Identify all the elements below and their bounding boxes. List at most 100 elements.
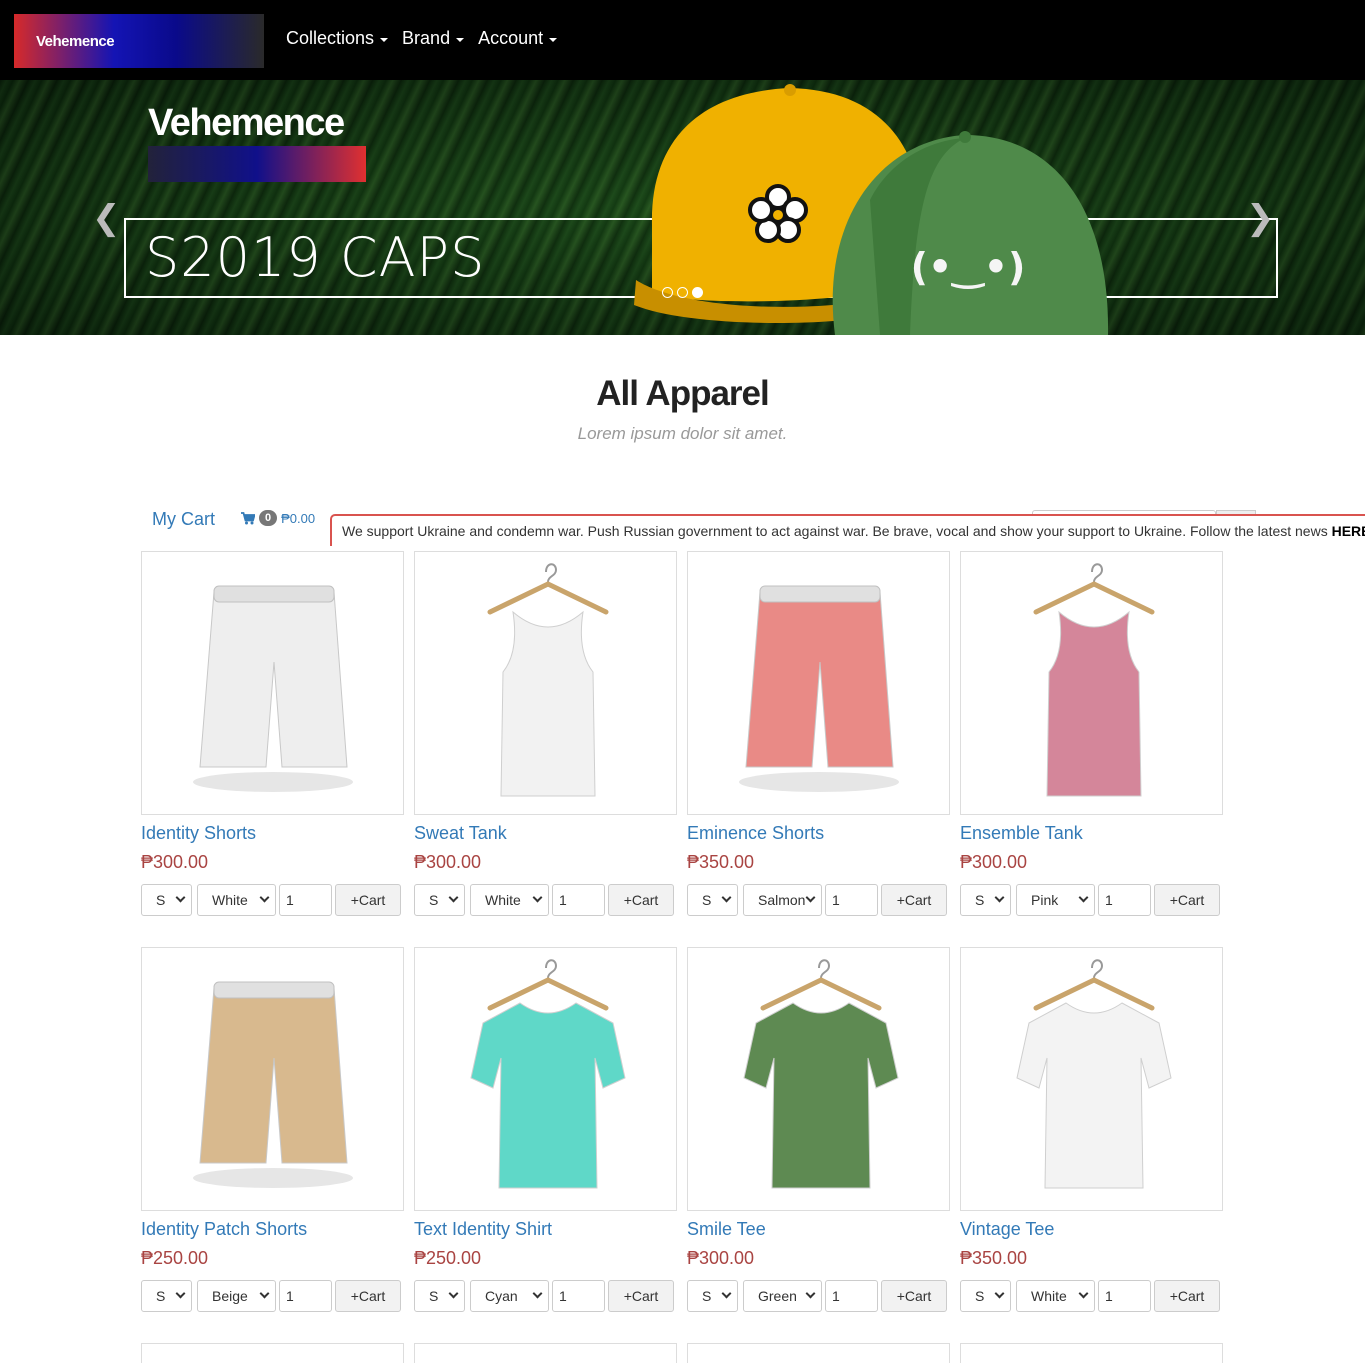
cap-face-text: (•‿•) bbox=[911, 245, 1026, 289]
add-to-cart-button[interactable]: +Cart bbox=[1154, 884, 1220, 916]
caret-down-icon bbox=[380, 37, 389, 42]
product-name[interactable]: Text Identity Shirt bbox=[414, 1219, 552, 1240]
product-name[interactable]: Sweat Tank bbox=[414, 823, 507, 844]
product-name[interactable]: Identity Shorts bbox=[141, 823, 256, 844]
size-select[interactable]: S bbox=[960, 884, 1011, 916]
add-to-cart-button[interactable]: +Cart bbox=[608, 1280, 674, 1312]
menu-brand-label: Brand bbox=[402, 28, 451, 48]
add-to-cart-button[interactable]: +Cart bbox=[335, 1280, 401, 1312]
product-name[interactable]: Ensemble Tank bbox=[960, 823, 1083, 844]
carousel-dot-3[interactable] bbox=[692, 287, 703, 298]
product-controls: S Beige 1 +Cart bbox=[141, 1280, 404, 1312]
chevron-down-icon bbox=[1078, 1288, 1089, 1299]
top-navbar: Vehemence Collections Brand Account bbox=[0, 0, 1365, 80]
color-select-value: Green bbox=[758, 1288, 797, 1304]
color-select[interactable]: Beige bbox=[197, 1280, 276, 1312]
color-select[interactable]: White bbox=[1016, 1280, 1095, 1312]
chevron-right-icon[interactable]: ❯ bbox=[1246, 198, 1275, 238]
add-to-cart-button[interactable]: +Cart bbox=[335, 884, 401, 916]
product-image[interactable] bbox=[687, 947, 950, 1211]
quantity-input[interactable]: 1 bbox=[552, 1280, 605, 1312]
size-select[interactable]: S bbox=[414, 1280, 465, 1312]
product-image[interactable] bbox=[960, 947, 1223, 1211]
product-controls: S White 1 +Cart bbox=[960, 1280, 1223, 1312]
color-select[interactable]: Salmon bbox=[743, 884, 822, 916]
carousel-dot-2[interactable] bbox=[677, 287, 688, 298]
add-to-cart-button[interactable]: +Cart bbox=[881, 884, 947, 916]
product-controls: S Pink 1 +Cart bbox=[960, 884, 1223, 916]
chevron-down-icon bbox=[994, 1288, 1005, 1299]
color-select[interactable]: White bbox=[197, 884, 276, 916]
product-card-partial[interactable] bbox=[414, 1343, 677, 1363]
chevron-down-icon bbox=[175, 892, 186, 903]
color-select-value: Beige bbox=[212, 1288, 248, 1304]
product-image[interactable] bbox=[960, 551, 1223, 815]
quantity-input[interactable]: 1 bbox=[279, 884, 332, 916]
product-image[interactable] bbox=[414, 947, 677, 1211]
ukraine-notice-text: We support Ukraine and condemn war. Push… bbox=[342, 523, 1332, 539]
hero-logo-bar bbox=[148, 146, 366, 182]
color-select-value: Pink bbox=[1031, 892, 1059, 908]
chevron-down-icon bbox=[448, 892, 459, 903]
quantity-input[interactable]: 1 bbox=[1098, 884, 1151, 916]
cart-count-badge: 0 bbox=[259, 510, 278, 526]
product-price: ₱300.00 bbox=[960, 852, 1028, 872]
color-select[interactable]: Cyan bbox=[470, 1280, 549, 1312]
size-select[interactable]: S bbox=[687, 884, 738, 916]
color-select[interactable]: Pink bbox=[1016, 884, 1095, 916]
add-to-cart-button[interactable]: +Cart bbox=[881, 1280, 947, 1312]
chevron-down-icon bbox=[532, 892, 543, 903]
add-to-cart-button[interactable]: +Cart bbox=[1154, 1280, 1220, 1312]
product-image[interactable] bbox=[141, 551, 404, 815]
product-price: ₱250.00 bbox=[414, 1248, 482, 1268]
color-select-value: Salmon bbox=[758, 892, 806, 908]
color-select[interactable]: Green bbox=[743, 1280, 822, 1312]
chevron-down-icon bbox=[721, 1288, 732, 1299]
size-select-value: S bbox=[156, 892, 166, 908]
size-select-value: S bbox=[975, 1288, 985, 1304]
quantity-input[interactable]: 1 bbox=[1098, 1280, 1151, 1312]
my-cart-link[interactable]: My Cart bbox=[152, 509, 215, 530]
product-image[interactable] bbox=[687, 551, 950, 815]
menu-brand[interactable]: Brand bbox=[402, 28, 465, 49]
add-to-cart-button[interactable]: +Cart bbox=[608, 884, 674, 916]
product-name[interactable]: Smile Tee bbox=[687, 1219, 766, 1240]
product-card-partial[interactable] bbox=[687, 1343, 950, 1363]
size-select[interactable]: S bbox=[141, 1280, 192, 1312]
carousel-dot-1[interactable] bbox=[662, 287, 673, 298]
quantity-input[interactable]: 1 bbox=[279, 1280, 332, 1312]
menu-collections[interactable]: Collections bbox=[286, 28, 389, 49]
product-controls: S Cyan 1 +Cart bbox=[414, 1280, 677, 1312]
size-select-value: S bbox=[429, 1288, 439, 1304]
quantity-input[interactable]: 1 bbox=[825, 1280, 878, 1312]
product-card-partial[interactable] bbox=[141, 1343, 404, 1363]
chevron-down-icon bbox=[805, 1288, 816, 1299]
size-select[interactable]: S bbox=[141, 884, 192, 916]
product-image[interactable] bbox=[414, 551, 677, 815]
brand-logo[interactable]: Vehemence bbox=[14, 14, 264, 68]
size-select[interactable]: S bbox=[414, 884, 465, 916]
color-select[interactable]: White bbox=[470, 884, 549, 916]
size-select[interactable]: S bbox=[687, 1280, 738, 1312]
product-controls: S White 1 +Cart bbox=[141, 884, 404, 916]
quantity-input[interactable]: 1 bbox=[552, 884, 605, 916]
ukraine-news-link[interactable]: HERE bbox=[1332, 523, 1365, 539]
product-name[interactable]: Eminence Shorts bbox=[687, 823, 824, 844]
product-image[interactable] bbox=[141, 947, 404, 1211]
cart-summary[interactable]: 0 ₱0.00 bbox=[241, 510, 315, 526]
product-name[interactable]: Vintage Tee bbox=[960, 1219, 1054, 1240]
chevron-down-icon bbox=[994, 892, 1005, 903]
quantity-input[interactable]: 1 bbox=[825, 884, 878, 916]
chevron-down-icon bbox=[805, 892, 816, 903]
product-card-partial[interactable] bbox=[960, 1343, 1223, 1363]
product-controls: S White 1 +Cart bbox=[414, 884, 677, 916]
product-name[interactable]: Identity Patch Shorts bbox=[141, 1219, 307, 1240]
chevron-down-icon bbox=[721, 892, 732, 903]
chevron-left-icon[interactable]: ❮ bbox=[92, 198, 121, 238]
hero-carousel: Vehemence S2019 CAPS ❮ ❯ (•‿•) bbox=[0, 80, 1365, 335]
menu-account[interactable]: Account bbox=[478, 28, 558, 49]
product-controls: S Salmon 1 +Cart bbox=[687, 884, 950, 916]
size-select[interactable]: S bbox=[960, 1280, 1011, 1312]
carousel-indicators bbox=[662, 287, 703, 298]
size-select-value: S bbox=[702, 892, 712, 908]
